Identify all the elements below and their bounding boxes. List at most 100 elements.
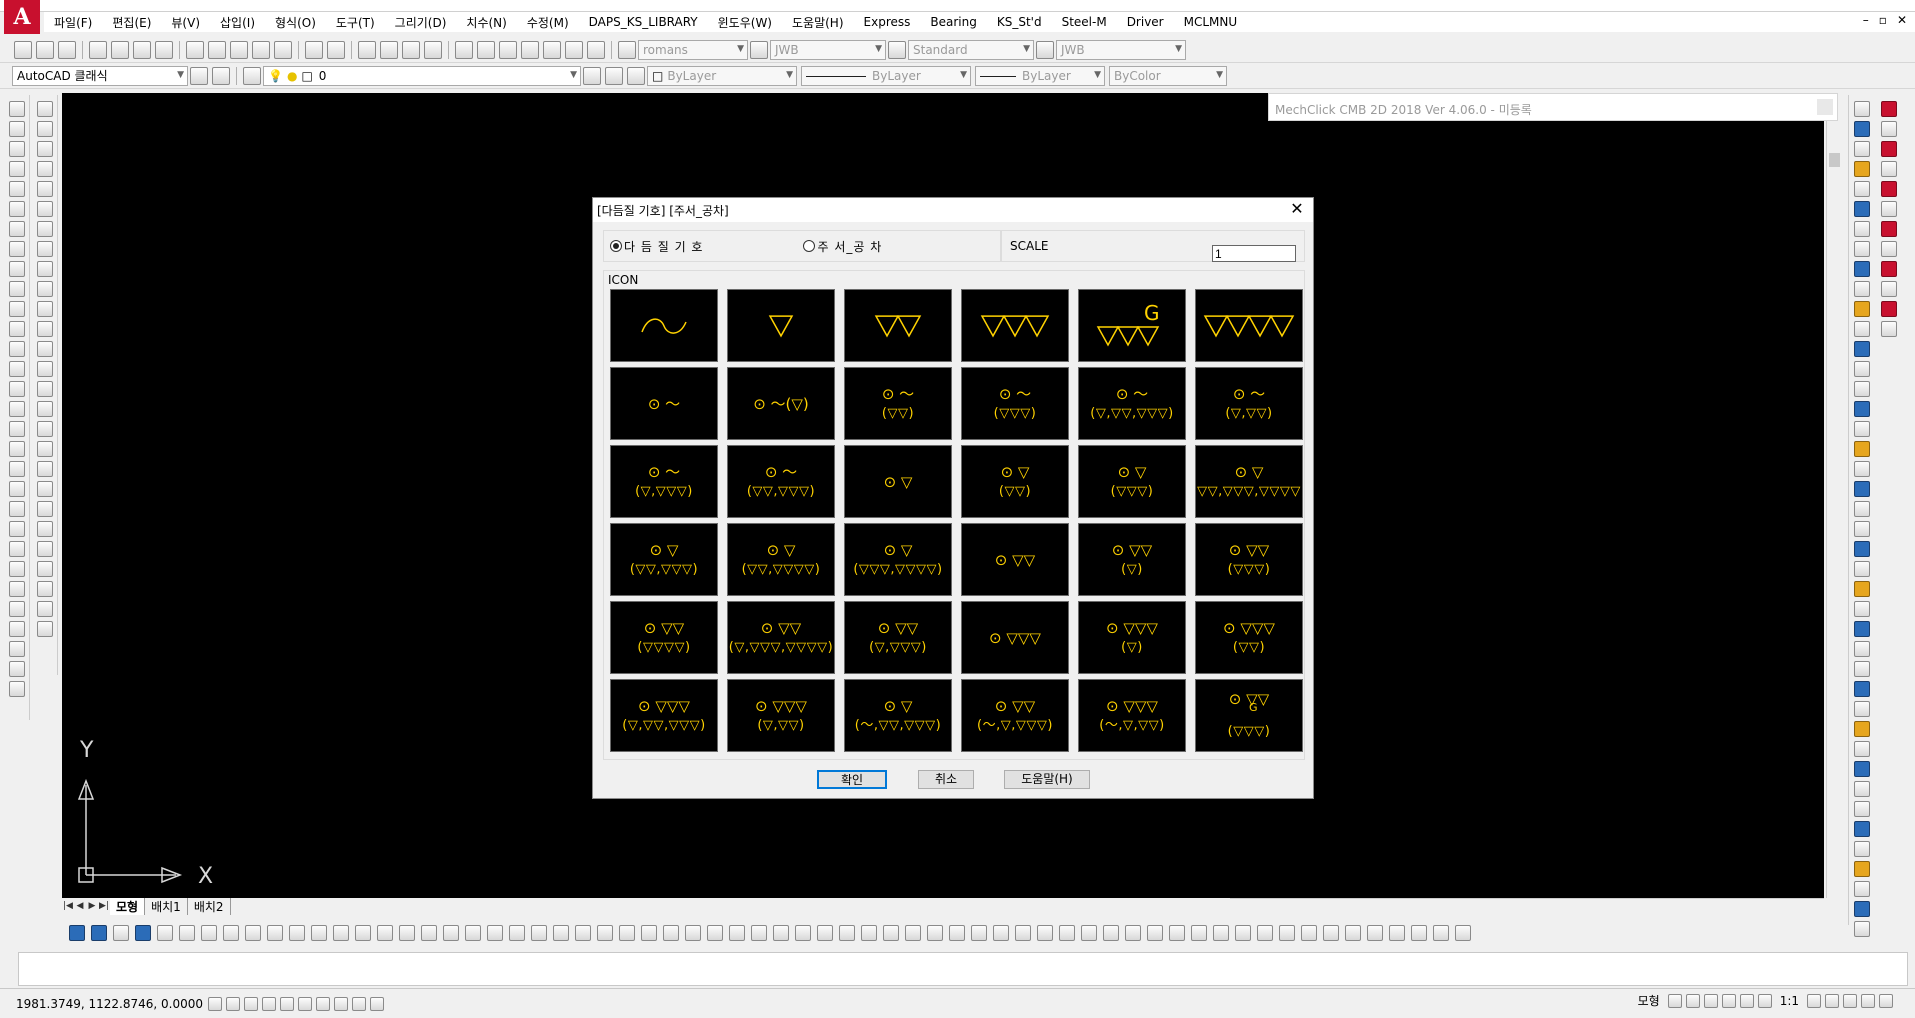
tool-button-icon[interactable] bbox=[883, 925, 899, 941]
steering-wheel-icon[interactable] bbox=[1739, 993, 1754, 1008]
multileader-style-icon[interactable] bbox=[1036, 40, 1054, 59]
otrack-icon[interactable] bbox=[316, 996, 330, 1011]
tool-button-icon[interactable] bbox=[8, 461, 25, 477]
tool-button-icon[interactable] bbox=[36, 561, 53, 577]
tool-button-icon[interactable] bbox=[1853, 601, 1870, 617]
tool-button-icon[interactable] bbox=[1853, 181, 1870, 197]
cancel-button[interactable]: 취소 bbox=[918, 770, 974, 789]
tool-button-icon[interactable] bbox=[1853, 841, 1870, 857]
menu-item[interactable]: 형식(O) bbox=[265, 14, 326, 31]
menu-item[interactable]: Express bbox=[854, 15, 921, 29]
autocad-logo-button[interactable]: A bbox=[4, 0, 40, 34]
help-icon[interactable] bbox=[587, 40, 605, 59]
tool-button-icon[interactable] bbox=[1853, 481, 1870, 497]
tool-button-icon[interactable] bbox=[36, 501, 53, 517]
quick-view-layouts-icon[interactable] bbox=[1667, 993, 1682, 1008]
ortho-icon[interactable] bbox=[262, 996, 276, 1011]
tool-button-icon[interactable] bbox=[8, 441, 25, 457]
tool-button-icon[interactable] bbox=[1853, 901, 1870, 917]
tool-button-icon[interactable] bbox=[1881, 161, 1897, 177]
symbol-icon-cell[interactable]: ⊙ ▽▽▽ (▽,▽▽) bbox=[727, 679, 835, 752]
symbol-icon-cell[interactable]: ⊙ ▽▽▽ bbox=[961, 601, 1069, 674]
zoom-previous-icon[interactable] bbox=[424, 40, 442, 59]
tool-button-icon[interactable] bbox=[36, 361, 53, 377]
tool-button-icon[interactable] bbox=[729, 925, 745, 941]
menu-item[interactable]: MCLMNU bbox=[1174, 15, 1248, 29]
tool-button-icon[interactable] bbox=[1279, 925, 1295, 941]
tool-button-icon[interactable] bbox=[36, 401, 53, 417]
tool-button-icon[interactable] bbox=[8, 221, 25, 237]
infer-constraints-icon[interactable] bbox=[208, 996, 222, 1011]
tool-button-icon[interactable] bbox=[1853, 741, 1870, 757]
tool-button-icon[interactable] bbox=[157, 925, 173, 941]
tool-button-icon[interactable] bbox=[8, 561, 25, 577]
tool-button-icon[interactable] bbox=[8, 401, 25, 417]
tool-button-icon[interactable] bbox=[1853, 681, 1870, 697]
text-style-select[interactable]: romans ▼ bbox=[638, 39, 748, 60]
command-line[interactable] bbox=[18, 952, 1908, 986]
tool-button-icon[interactable] bbox=[36, 221, 53, 237]
menu-item[interactable]: 뷰(V) bbox=[161, 14, 210, 31]
symbol-icon-cell[interactable]: ⊙ ▽▽ (▽▽▽) bbox=[1195, 523, 1303, 596]
tool-button-icon[interactable] bbox=[8, 421, 25, 437]
tool-button-icon[interactable] bbox=[927, 925, 943, 941]
tool-button-icon[interactable] bbox=[1853, 661, 1870, 677]
menu-item[interactable]: 편집(E) bbox=[102, 14, 161, 31]
dialog-close-button[interactable]: ✕ bbox=[1287, 199, 1307, 218]
tool-button-icon[interactable] bbox=[1169, 925, 1185, 941]
symbol-icon-cell[interactable]: ⊙ ～ (▽▽,▽▽▽) bbox=[727, 445, 835, 518]
tool-button-icon[interactable] bbox=[1881, 221, 1897, 237]
tool-button-icon[interactable] bbox=[8, 161, 25, 177]
tool-button-icon[interactable] bbox=[1081, 925, 1097, 941]
tool-button-icon[interactable] bbox=[8, 121, 25, 137]
lineweight-icon[interactable] bbox=[370, 996, 384, 1011]
menu-item[interactable]: 그리기(D) bbox=[385, 14, 457, 31]
tool-button-icon[interactable] bbox=[8, 601, 25, 617]
tool-button-icon[interactable] bbox=[36, 541, 53, 557]
quick-view-drawings-icon[interactable] bbox=[1685, 993, 1700, 1008]
showmotion-icon[interactable] bbox=[1757, 993, 1772, 1008]
tool-button-icon[interactable] bbox=[1853, 421, 1870, 437]
tool-button-icon[interactable] bbox=[1147, 925, 1163, 941]
3d-dwf-icon[interactable] bbox=[155, 40, 173, 59]
cut-icon[interactable] bbox=[186, 40, 204, 59]
tool-button-icon[interactable] bbox=[1853, 321, 1870, 337]
tool-button-icon[interactable] bbox=[36, 201, 53, 217]
tool-button-icon[interactable] bbox=[1037, 925, 1053, 941]
tool-button-icon[interactable] bbox=[1853, 621, 1870, 637]
tool-button-icon[interactable] bbox=[487, 925, 503, 941]
tool-button-icon[interactable] bbox=[223, 925, 239, 941]
tool-button-icon[interactable] bbox=[8, 241, 25, 257]
tool-button-icon[interactable] bbox=[1881, 201, 1897, 217]
tool-button-icon[interactable] bbox=[905, 925, 921, 941]
tool-button-icon[interactable] bbox=[1389, 925, 1405, 941]
color-select[interactable]: □ ByLayer ▼ bbox=[647, 65, 797, 86]
tool-button-icon[interactable] bbox=[377, 925, 393, 941]
tool-button-icon[interactable] bbox=[36, 421, 53, 437]
tool-button-icon[interactable] bbox=[36, 601, 53, 617]
dim-style-icon[interactable] bbox=[750, 40, 768, 59]
tool-button-icon[interactable] bbox=[1853, 521, 1870, 537]
tool-button-icon[interactable] bbox=[1853, 441, 1870, 457]
tool-button-icon[interactable] bbox=[1881, 101, 1897, 117]
minimize-button[interactable]: – bbox=[1863, 13, 1869, 27]
layer-previous-icon[interactable] bbox=[605, 66, 623, 85]
tool-button-icon[interactable] bbox=[8, 201, 25, 217]
tool-button-icon[interactable] bbox=[1853, 121, 1870, 137]
tool-button-icon[interactable] bbox=[8, 341, 25, 357]
symbol-icon-cell[interactable]: ⊙ ▽▽ (▽▽▽▽) bbox=[610, 601, 718, 674]
tool-button-icon[interactable] bbox=[1881, 181, 1897, 197]
tool-button-icon[interactable] bbox=[1433, 925, 1449, 941]
tool-button-icon[interactable] bbox=[685, 925, 701, 941]
tool-button-icon[interactable] bbox=[36, 621, 53, 637]
symbol-icon-cell[interactable]: ⊙ ～ bbox=[610, 367, 718, 440]
tool-button-icon[interactable] bbox=[1853, 141, 1870, 157]
symbol-icon-cell[interactable]: ⊙ ▽▽ (～,▽,▽▽▽) bbox=[961, 679, 1069, 752]
symbol-icon-cell[interactable]: ⊙ ▽▽▽ (▽) bbox=[1078, 601, 1186, 674]
tool-button-icon[interactable] bbox=[8, 581, 25, 597]
tool-button-icon[interactable] bbox=[993, 925, 1009, 941]
symbol-icon-cell[interactable]: ⊙ ▽ (～,▽▽,▽▽▽) bbox=[844, 679, 952, 752]
sheet-set-icon[interactable] bbox=[521, 40, 539, 59]
symbol-icon-cell[interactable]: ⊙ ▽ bbox=[844, 445, 952, 518]
scroll-thumb[interactable] bbox=[1829, 153, 1840, 167]
